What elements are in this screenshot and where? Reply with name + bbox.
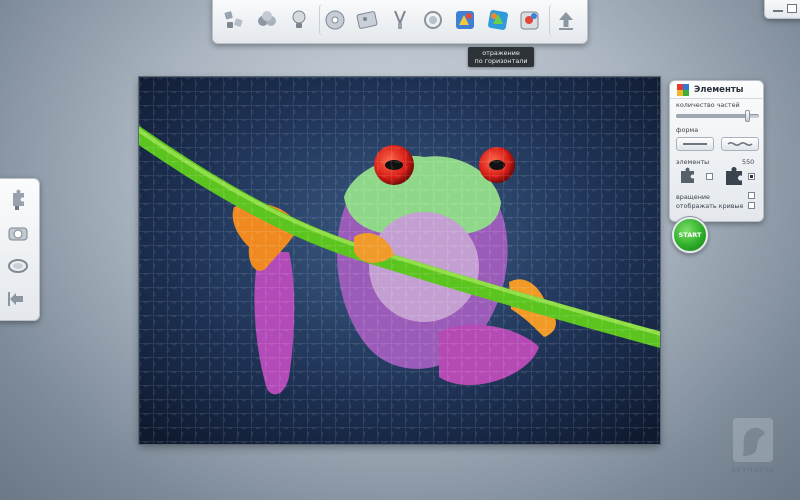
puzzle-image xyxy=(139,77,660,444)
piece-icon xyxy=(13,189,24,210)
camera-button[interactable] xyxy=(2,219,34,247)
stack-icon xyxy=(257,11,276,26)
preview-button[interactable] xyxy=(352,4,383,36)
photo-icon xyxy=(357,11,378,29)
hint-button[interactable] xyxy=(284,4,315,36)
tooltip-line2: по горизонтали xyxy=(474,57,528,65)
shuffle-pieces-button[interactable] xyxy=(219,4,250,36)
start-button[interactable]: START xyxy=(672,217,708,253)
piece-small-icon[interactable] xyxy=(678,167,698,185)
tooltip-line1: отражение xyxy=(482,49,520,57)
tooltip: отражение по горизонтали xyxy=(468,47,534,67)
puzzle-pieces-icon xyxy=(677,83,689,96)
mirror-horizontal-button[interactable] xyxy=(450,4,481,36)
camera-icon xyxy=(8,227,28,241)
shape-straight-button[interactable] xyxy=(676,137,714,151)
mirror-rotate-button[interactable] xyxy=(515,4,546,36)
mirror-h-icon xyxy=(456,11,475,29)
pieces-mode-checkbox[interactable] xyxy=(706,173,713,180)
rotate-button[interactable] xyxy=(417,4,448,36)
slider-thumb[interactable] xyxy=(745,110,751,122)
elements-panel-header: Элементы xyxy=(670,81,763,99)
pieces-label: элементы xyxy=(676,158,710,166)
maximize-button[interactable] xyxy=(787,3,797,13)
rotate-view-button[interactable] xyxy=(2,252,34,280)
elements-panel-title: Элементы xyxy=(694,84,744,95)
slider-fill xyxy=(676,114,748,118)
rings-icon xyxy=(8,259,28,274)
bulb-icon xyxy=(292,10,306,28)
elements-panel: Элементы количество частей форма элемент… xyxy=(669,80,764,222)
top-toolbar xyxy=(212,0,588,44)
shape-curved-button[interactable] xyxy=(721,137,759,151)
left-toolbar xyxy=(0,178,40,321)
disc-icon xyxy=(325,10,345,30)
curved-edge-icon xyxy=(727,142,753,146)
skyhorse-logo: SKYHORSE xyxy=(727,416,779,476)
puzzle-board[interactable] xyxy=(139,77,660,444)
mirror-rotate-icon xyxy=(520,11,539,30)
curves-label: отображать кривые xyxy=(676,202,744,210)
rotation-checkbox[interactable] xyxy=(748,192,755,199)
group-pieces-button[interactable] xyxy=(252,4,283,36)
max-count-label: 550 xyxy=(742,158,755,166)
arrow-up-icon xyxy=(558,12,573,30)
shape-label: форма xyxy=(676,126,699,134)
rotate-icon xyxy=(423,11,442,29)
logo-text: SKYHORSE xyxy=(731,466,775,474)
rotation-label: вращение xyxy=(676,193,710,201)
piece-count-label: количество частей xyxy=(676,101,740,109)
up-button[interactable] xyxy=(549,4,581,36)
scatter-icon xyxy=(224,11,243,28)
music-button[interactable] xyxy=(318,4,351,36)
mirror-v-icon xyxy=(487,10,508,30)
tools-icon xyxy=(394,10,406,29)
arrow-back-icon xyxy=(8,292,23,307)
curves-checkbox[interactable] xyxy=(748,202,755,209)
window-controls xyxy=(764,0,800,19)
horse-logo-icon xyxy=(733,418,773,462)
back-button[interactable] xyxy=(2,285,34,313)
straight-edge-icon xyxy=(683,143,707,145)
piece-tool-button[interactable] xyxy=(2,186,34,214)
piece-large-icon[interactable] xyxy=(723,167,745,187)
piece-count-slider[interactable] xyxy=(676,110,759,122)
mirror-vertical-button[interactable] xyxy=(482,4,513,36)
minimize-button[interactable] xyxy=(773,5,783,12)
tools-button[interactable] xyxy=(385,4,416,36)
pieces-large-checkbox[interactable] xyxy=(748,173,755,180)
